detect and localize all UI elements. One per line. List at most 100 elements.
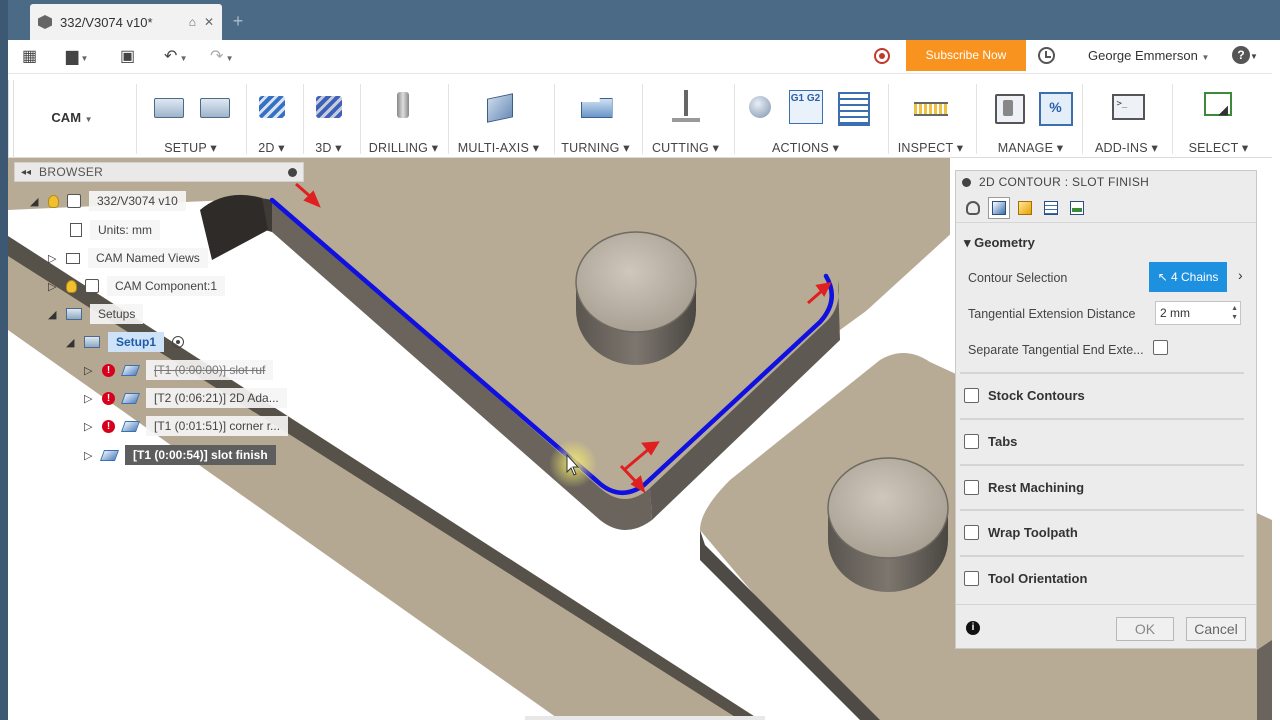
multi-axis-group[interactable]: MULTI-AXIS ▾	[448, 84, 548, 155]
dialog-header[interactable]: 2D CONTOUR : SLOT FINISH	[956, 171, 1256, 193]
tree-op-node[interactable]: ▷ ! [T1 (0:01:51)] corner r...	[84, 415, 289, 437]
turning-group[interactable]: TURNING ▾	[554, 84, 636, 155]
job-status-clock-icon[interactable]	[1038, 47, 1055, 64]
setup-menu-label[interactable]: SETUP ▾	[137, 140, 244, 155]
activate-setup-icon[interactable]	[172, 336, 185, 348]
cutting-group[interactable]: CUTTING ▾	[642, 84, 728, 155]
op-slot-ruf-label[interactable]: [T1 (0:00:00)] slot ruf	[146, 360, 274, 380]
tabs-checkbox[interactable]	[964, 433, 979, 449]
user-account-menu[interactable]: George Emmerson ▼	[1088, 48, 1209, 63]
new-folder-icon[interactable]	[197, 90, 231, 124]
wrap-toolpath-checkbox[interactable]	[964, 524, 979, 540]
tree-root-label[interactable]: 332/V3074 v10	[89, 191, 186, 211]
expand-arrow-icon[interactable]: ▷	[48, 252, 58, 265]
3d-group[interactable]: 3D ▾	[303, 84, 353, 155]
op-2d-adaptive-label[interactable]: [T2 (0:06:21)] 2D Ada...	[146, 388, 287, 408]
add-ins-group[interactable]: ADD-INS ▾	[1082, 84, 1170, 155]
tab-tool[interactable]	[962, 197, 984, 219]
tab-passes[interactable]	[1040, 197, 1062, 219]
tab-linking[interactable]	[1066, 197, 1088, 219]
post-process-icon[interactable]: G1 G2	[788, 90, 823, 124]
turning-icon[interactable]	[579, 90, 613, 124]
drill-icon[interactable]	[387, 90, 421, 124]
inspect-group[interactable]: INSPECT ▾	[888, 84, 972, 155]
component-label[interactable]: CAM Component:1	[107, 276, 226, 296]
subscribe-button[interactable]: Subscribe Now	[906, 40, 1026, 71]
template-library-icon[interactable]	[1037, 90, 1073, 126]
2d-menu-label[interactable]: 2D ▾	[247, 140, 296, 155]
tool-orientation-checkbox[interactable]	[964, 570, 979, 586]
add-ins-menu-label[interactable]: ADD-INS ▾	[1083, 140, 1170, 155]
expand-arrow-icon[interactable]: ▷	[84, 364, 94, 377]
measure-icon[interactable]	[913, 90, 948, 124]
tabs-section[interactable]: Tabs	[960, 418, 1244, 462]
tree-units-node[interactable]: Units: mm	[70, 219, 160, 241]
2d-pocket-icon[interactable]	[255, 90, 289, 124]
tree-component-node[interactable]: ▷ CAM Component:1	[48, 275, 226, 297]
actions-group[interactable]: G1 G2 ACTIONS ▾	[734, 84, 876, 155]
contour-selection-button[interactable]: ↖ 4 Chains	[1149, 262, 1227, 292]
setup-icon[interactable]	[151, 90, 185, 124]
visibility-bulb-icon[interactable]	[66, 279, 77, 293]
browser-pin-icon[interactable]	[288, 167, 297, 177]
tree-setup1-node[interactable]: ◢ Setup1	[66, 331, 185, 353]
collapse-browser-icon[interactable]: ◂◂	[21, 167, 31, 178]
named-views-label[interactable]: CAM Named Views	[88, 248, 208, 268]
multi-axis-icon[interactable]	[482, 90, 516, 124]
op-slot-finish-label[interactable]: [T1 (0:00:54)] slot finish	[125, 445, 276, 465]
setup1-label[interactable]: Setup1	[108, 332, 165, 352]
cancel-button[interactable]: Cancel	[1186, 617, 1246, 641]
manage-group[interactable]: MANAGE ▾	[976, 84, 1084, 155]
app-grid-icon[interactable]: ▦	[22, 46, 37, 68]
drilling-group[interactable]: DRILLING ▾	[360, 84, 446, 155]
home-icon[interactable]: ⌂	[189, 15, 196, 29]
select-group[interactable]: SELECT ▾	[1172, 84, 1264, 155]
close-icon[interactable]: ✕	[204, 15, 214, 29]
document-tab[interactable]: 332/V3074 v10* ⌂ ✕	[30, 4, 222, 40]
actions-menu-label[interactable]: ACTIONS ▾	[735, 140, 876, 155]
visibility-bulb-icon[interactable]	[48, 194, 59, 208]
undo-icon[interactable]: ↶ ▼	[164, 46, 188, 68]
workspace-switcher[interactable]: CAM ▼	[32, 110, 142, 130]
inspect-menu-label[interactable]: INSPECT ▾	[889, 140, 972, 155]
help-caret-icon[interactable]: ▼	[1250, 46, 1258, 68]
tree-setups-node[interactable]: ◢ Setups	[48, 303, 144, 325]
tree-op-node[interactable]: ▷ ! [T2 (0:06:21)] 2D Ada...	[84, 387, 287, 409]
rest-machining-checkbox[interactable]	[964, 479, 979, 495]
rest-machining-section[interactable]: Rest Machining	[960, 464, 1244, 508]
tab-geometry[interactable]	[988, 197, 1010, 219]
tree-named-views-node[interactable]: ▷ CAM Named Views	[48, 247, 208, 269]
ribbon-grip[interactable]	[8, 80, 14, 158]
scripts-addins-icon[interactable]	[1110, 90, 1145, 124]
record-icon[interactable]	[874, 48, 890, 64]
select-menu-label[interactable]: SELECT ▾	[1173, 140, 1264, 155]
tab-heights[interactable]	[1014, 197, 1036, 219]
wrap-toolpath-section[interactable]: Wrap Toolpath	[960, 509, 1244, 553]
tree-op-node[interactable]: ▷ [T1 (0:00:54)] slot finish	[84, 444, 276, 466]
2d-group[interactable]: 2D ▾	[246, 84, 296, 155]
expand-arrow-icon[interactable]: ▷	[84, 392, 94, 405]
setup-group[interactable]: SETUP ▾	[136, 84, 244, 155]
drilling-menu-label[interactable]: DRILLING ▾	[361, 140, 446, 155]
tool-orientation-section[interactable]: Tool Orientation	[960, 555, 1244, 599]
tangential-extension-input[interactable]: 2 mm ▲ ▼	[1155, 301, 1241, 325]
stock-contours-section[interactable]: Stock Contours	[960, 372, 1244, 416]
ok-button[interactable]: OK	[1116, 617, 1174, 641]
stock-contours-checkbox[interactable]	[964, 387, 979, 403]
collapse-arrow-icon[interactable]: ◢	[48, 308, 58, 321]
new-tab-button[interactable]: +	[226, 10, 250, 34]
spinner-icon[interactable]: ▲ ▼	[1231, 304, 1238, 322]
expand-arrow-icon[interactable]: ▷	[84, 420, 94, 433]
setups-label[interactable]: Setups	[90, 304, 144, 324]
tree-op-node[interactable]: ▷ ! [T1 (0:00:00)] slot ruf	[84, 359, 274, 381]
separate-tangential-checkbox[interactable]	[1153, 340, 1168, 355]
dialog-collapse-icon[interactable]	[962, 177, 971, 187]
setup-sheet-icon[interactable]	[835, 90, 870, 126]
collapse-arrow-icon[interactable]: ◢	[66, 336, 76, 349]
help-icon[interactable]: ?	[1232, 46, 1250, 64]
save-icon[interactable]: ▣	[120, 46, 135, 68]
geometry-section-header[interactable]: ▾ Geometry	[964, 235, 1035, 251]
chevron-right-icon[interactable]: ›	[1238, 267, 1243, 283]
expand-arrow-icon[interactable]: ▷	[84, 449, 94, 462]
browser-panel-header[interactable]: ◂◂ BROWSER	[14, 162, 304, 182]
